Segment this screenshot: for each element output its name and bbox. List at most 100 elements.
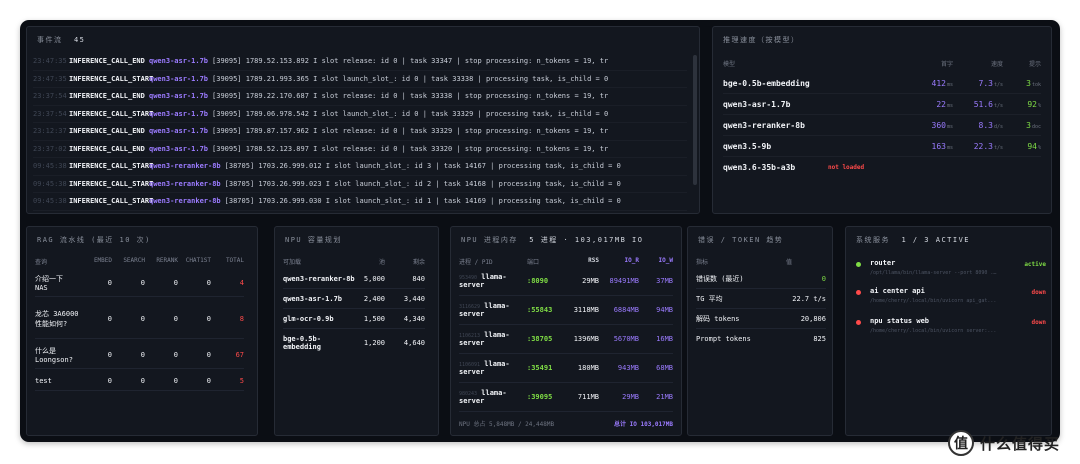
process-port: :55843 xyxy=(527,306,553,314)
header-model: 模型 xyxy=(723,61,736,68)
model-row[interactable]: qwen3-asr-1.7b 22ms 51.6t/s 92% xyxy=(723,94,1041,115)
header-remaining: 剩余 xyxy=(412,259,425,266)
event-row[interactable]: 23:47:35 INFERENCE_CALL_END qwen3-asr-1.… xyxy=(33,53,687,71)
metric-value: 825 xyxy=(813,335,826,343)
model-name: qwen3-asr-1.7b xyxy=(723,99,791,109)
rag-chat1st: 0 xyxy=(206,350,211,359)
service-ai-center-api[interactable]: ai center api /home/cherry/.local/bin/uv… xyxy=(856,285,1046,315)
npu-capacity-row[interactable]: glm-ocr-0.9b 1,500 4,340 xyxy=(283,309,425,329)
npu-capacity-row[interactable]: qwen3-asr-1.7b 2,400 3,440 xyxy=(283,289,425,309)
npu-capacity-panel: NPU 容量规划 可加载 池 剩余 qwen3-reranker-8b 5,00… xyxy=(274,226,439,436)
event-list[interactable]: 23:47:35 INFERENCE_CALL_END qwen3-asr-1.… xyxy=(33,53,687,211)
rag-row[interactable]: 龙芯 3A6000 性能如何? 0 0 0 0 8 xyxy=(35,299,244,339)
event-time: 23:37:54 xyxy=(33,109,67,118)
watermark-badge-icon: 值 xyxy=(948,430,974,456)
metric-row[interactable]: TG 平均 22.7 t/s xyxy=(696,289,826,309)
process-row[interactable]: 1106091 llama-server :35491 180MB 943MB … xyxy=(459,354,673,383)
event-model: qwen3-reranker-8b xyxy=(149,162,221,171)
process-io-write: 16MB xyxy=(656,335,673,343)
npu-pool: 1,500 xyxy=(363,314,385,323)
npu-capacity-row[interactable]: bge-0.5b-embedding 1,200 4,640 xyxy=(283,329,425,357)
event-time: 23:37:02 xyxy=(33,144,67,153)
event-row[interactable]: 23:37:02 INFERENCE_CALL_END qwen3-asr-1.… xyxy=(33,141,687,158)
event-message: [38705] 1703.26.999.030 I slot launch_sl… xyxy=(224,197,621,206)
header-prompt: 提示 xyxy=(1028,61,1041,68)
event-model: qwen3-asr-1.7b xyxy=(149,144,209,153)
event-type: INFERENCE_CALL_END xyxy=(69,57,145,66)
process-port: :38705 xyxy=(527,335,553,343)
rag-search: 0 xyxy=(140,376,145,385)
event-type: INFERENCE_CALL_END xyxy=(69,144,145,153)
rag-chat1st: 0 xyxy=(206,376,211,385)
process-rss: 3118MB xyxy=(573,306,599,314)
model-speed: 51.6t/s xyxy=(973,99,1003,109)
npu-model-name: bge-0.5b-embedding xyxy=(283,335,321,351)
dashboard-window: 事件流 45 23:47:35 INFERENCE_CALL_END qwen3… xyxy=(20,20,1060,442)
npu-remaining: 840 xyxy=(412,274,425,283)
npu-model-name: qwen3-asr-1.7b xyxy=(283,294,343,303)
metric-row[interactable]: Prompt tokens 825 xyxy=(696,329,826,349)
process-rss: 180MB xyxy=(577,364,599,372)
model-speed: 22.3t/s xyxy=(973,141,1003,151)
process-row[interactable]: 980243 llama-server :39095 711MB 29MB 21… xyxy=(459,383,673,412)
inference-speed-title: 推理速度（按模型） xyxy=(723,36,800,44)
metric-row[interactable]: 解码 tokens 20,806 xyxy=(696,309,826,329)
header-metric: 指标 xyxy=(696,259,709,266)
event-message: [39095] 1789.52.153.892 I slot release: … xyxy=(212,57,609,66)
process-row[interactable]: 953490 llama-server :8090 29MB 89491MB 3… xyxy=(459,267,673,296)
event-row[interactable]: 23:37:54 INFERENCE_CALL_START qwen3-asr-… xyxy=(33,106,687,123)
service-router[interactable]: router /opt/llama/bin/llama-server --por… xyxy=(856,257,1046,287)
model-row[interactable]: qwen3.5-9b 163ms 22.3t/s 94% xyxy=(723,136,1041,157)
metric-value: 0 xyxy=(821,274,826,283)
model-first-token: 360ms xyxy=(931,120,953,130)
rag-chat1st: 0 xyxy=(206,278,211,287)
event-row[interactable]: 09:45:38 INFERENCE_CALL_START qwen3-rera… xyxy=(33,193,687,211)
process-io-read: 5670MB xyxy=(613,335,639,343)
service-path: /home/cherry/.local/bin/uvicorn server:.… xyxy=(870,328,997,334)
rag-query: 什么是 Loongson? xyxy=(35,346,73,364)
event-type: INFERENCE_CALL_START xyxy=(69,197,154,206)
event-row[interactable]: 23:47:35 INFERENCE_CALL_START qwen3-asr-… xyxy=(33,71,687,88)
event-time: 23:47:35 xyxy=(33,74,67,83)
event-time: 23:37:54 xyxy=(33,92,67,101)
service-name: ai center api xyxy=(870,287,925,295)
process-io-read: 29MB xyxy=(622,393,639,401)
process-rss: 1396MB xyxy=(573,335,599,343)
npu-process-title: NPU 进程内存 5 进程 · 103,017MB IO xyxy=(461,236,644,244)
model-speed: 7.3t/s xyxy=(978,78,1003,88)
event-row[interactable]: 09:45:38 INFERENCE_CALL_START qwen3-rera… xyxy=(33,176,687,193)
header-pool: 池 xyxy=(378,259,385,266)
rag-search: 0 xyxy=(140,314,145,323)
metric-row[interactable]: 错误数 (最近) 0 xyxy=(696,269,826,289)
event-log-scrollbar[interactable] xyxy=(693,55,697,185)
header-rss: RSS xyxy=(588,257,599,264)
model-name: qwen3.6-35b-a3b xyxy=(723,163,796,172)
rag-row[interactable]: 介绍一下 NAS 0 0 0 0 4 xyxy=(35,269,244,297)
service-npu-status-web[interactable]: npu status web /home/cherry/.local/bin/u… xyxy=(856,315,1046,345)
event-row[interactable]: 23:12:37 INFERENCE_CALL_END qwen3-asr-1.… xyxy=(33,123,687,141)
event-row[interactable]: 23:37:54 INFERENCE_CALL_END qwen3-asr-1.… xyxy=(33,88,687,106)
token-trend-title: 错误 / TOKEN 趋势 xyxy=(698,236,784,244)
process-row[interactable]: 1106213 llama-server :38705 1396MB 5670M… xyxy=(459,325,673,354)
event-message: [39095] 1789.06.978.542 I slot launch_sl… xyxy=(212,109,609,118)
service-status-badge: down xyxy=(1031,289,1046,296)
npu-capacity-row[interactable]: qwen3-reranker-8b 5,000 840 xyxy=(283,269,425,289)
rag-row[interactable]: test 0 0 0 0 5 xyxy=(35,371,244,391)
process-name: 980243 llama-server xyxy=(459,389,507,405)
rag-embed: 0 xyxy=(107,278,112,287)
service-name: router xyxy=(870,259,896,267)
event-row[interactable]: 09:45:38 INFERENCE_CALL_START qwen3-rera… xyxy=(33,158,687,176)
process-row[interactable]: 3116629 llama-server :55843 3118MB 6884M… xyxy=(459,296,673,325)
process-port: :8090 xyxy=(527,277,549,285)
model-row[interactable]: bge-0.5b-embedding 412ms 7.3t/s 3tok xyxy=(723,73,1041,94)
model-row[interactable]: qwen3-reranker-8b 360ms 8.3d/s 3doc xyxy=(723,115,1041,136)
rag-embed: 0 xyxy=(107,314,112,323)
model-row[interactable]: qwen3.6-35b-a3b not loaded xyxy=(723,157,1041,178)
header-speed: 速度 xyxy=(990,61,1003,68)
metric-name: 错误数 (最近) xyxy=(696,274,744,283)
header-io-read: IO_R xyxy=(624,257,639,264)
rag-row[interactable]: 什么是 Loongson? 0 0 0 0 67 xyxy=(35,341,244,369)
npu-process-panel: NPU 进程内存 5 进程 · 103,017MB IO 进程 / PID 端口… xyxy=(450,226,682,436)
event-message: [38705] 1703.26.999.023 I slot launch_sl… xyxy=(224,179,621,188)
status-dot-icon xyxy=(856,320,861,325)
